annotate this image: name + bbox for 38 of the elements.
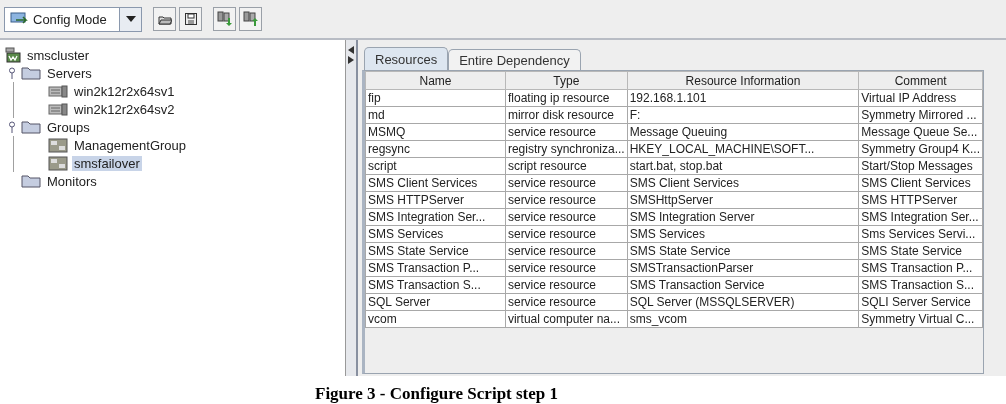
tree-item[interactable]: Servers xyxy=(45,65,94,81)
expand-handle-icon[interactable] xyxy=(8,67,16,79)
tree-item[interactable]: win2k12r2x64sv1 xyxy=(72,83,177,99)
servers-up-arrow-icon xyxy=(242,11,259,27)
caret-icon xyxy=(125,16,136,22)
column-header[interactable]: Comment xyxy=(858,71,983,90)
upload-button[interactable] xyxy=(239,7,262,31)
tab[interactable]: Entire Dependency xyxy=(448,49,581,70)
open-button[interactable] xyxy=(153,7,176,31)
save-button[interactable] xyxy=(179,7,202,31)
tree-item[interactable]: Groups xyxy=(45,119,92,135)
collapse-left-icon[interactable] xyxy=(348,46,354,54)
tab[interactable]: Resources xyxy=(364,47,449,70)
mode-dropdown[interactable]: Config Mode xyxy=(4,6,142,32)
folder-icon xyxy=(157,13,172,25)
tree-item[interactable]: Monitors xyxy=(45,173,99,189)
group-icon xyxy=(48,155,68,171)
folder-icon xyxy=(21,120,41,134)
column-header[interactable]: Resource Information xyxy=(627,71,859,90)
expand-right-icon[interactable] xyxy=(348,56,354,64)
dropdown-value: Config Mode xyxy=(5,7,119,31)
folder-icon xyxy=(21,66,41,80)
folder-icon xyxy=(21,174,41,188)
servers-down-arrow-icon xyxy=(216,11,233,27)
monitor-icon xyxy=(10,12,28,26)
download-button[interactable] xyxy=(213,7,236,31)
column-header[interactable]: Name xyxy=(365,71,506,90)
server-icon xyxy=(48,102,68,116)
tree-item[interactable]: smscluster xyxy=(25,47,92,63)
column-header[interactable]: Type xyxy=(505,71,628,90)
tree-item[interactable]: smsfailover xyxy=(72,155,142,171)
group-icon xyxy=(48,137,68,153)
cluster-icon xyxy=(5,47,21,63)
figure-caption: Figure 3 - Configure Script step 1 xyxy=(314,383,560,404)
tree-item[interactable]: ManagementGroup xyxy=(72,137,188,153)
server-icon xyxy=(48,84,68,98)
expand-handle-icon[interactable] xyxy=(8,121,16,133)
tree-item[interactable]: win2k12r2x64sv2 xyxy=(72,101,177,117)
